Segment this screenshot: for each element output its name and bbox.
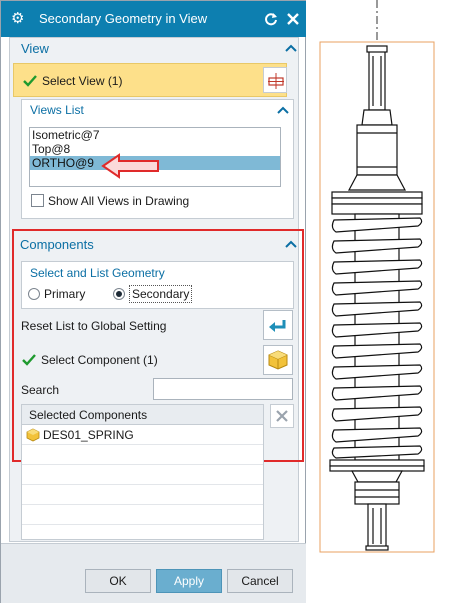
spring-geometry xyxy=(331,45,423,215)
ok-button[interactable]: OK xyxy=(85,569,151,593)
collapse-views-list-icon[interactable] xyxy=(277,105,289,115)
select-geometry-header: Select and List Geometry xyxy=(30,266,165,280)
check-icon xyxy=(23,75,37,87)
collapse-view-icon[interactable] xyxy=(285,43,297,53)
select-component-button[interactable] xyxy=(263,345,293,375)
table-row-empty xyxy=(22,485,263,505)
reset-list-button[interactable] xyxy=(263,310,293,340)
secondary-radio[interactable] xyxy=(113,288,125,300)
show-all-views-label: Show All Views in Drawing xyxy=(48,194,190,208)
close-icon[interactable] xyxy=(285,11,301,27)
collapse-components-icon[interactable] xyxy=(285,239,297,249)
pointer-arrow-annotation xyxy=(101,153,159,179)
delete-x-icon xyxy=(276,410,288,422)
reset-dialog-icon[interactable] xyxy=(263,11,279,27)
gear-icon: ⚙ xyxy=(11,10,25,27)
table-row[interactable]: DES01_SPRING xyxy=(22,425,263,445)
secondary-geometry-dialog: ⚙ Secondary Geometry in View View Select… xyxy=(0,0,306,603)
undo-arrow-icon xyxy=(269,320,286,332)
view-select-icon xyxy=(268,73,284,89)
primary-radio-label: Primary xyxy=(44,287,86,301)
table-row-empty xyxy=(22,445,263,465)
select-view-button[interactable] xyxy=(263,67,287,93)
primary-radio[interactable] xyxy=(28,288,40,300)
table-header: Selected Components xyxy=(22,405,263,425)
check-icon xyxy=(22,354,36,366)
list-item[interactable]: Isometric@7 xyxy=(30,128,280,142)
component-name: DES01_SPRING xyxy=(43,428,134,442)
spring-drawing-view[interactable] xyxy=(318,0,449,603)
show-all-views-checkbox[interactable] xyxy=(31,194,44,207)
remove-component-button[interactable] xyxy=(270,404,294,428)
dialog-button-bar: OK Apply Cancel xyxy=(1,543,306,603)
spring-coils xyxy=(331,213,423,461)
apply-button[interactable]: Apply xyxy=(156,569,222,593)
search-label: Search xyxy=(21,383,60,397)
dialog-title: Secondary Geometry in View xyxy=(39,11,208,26)
selected-components-table: Selected Components DES01_SPRING xyxy=(21,404,264,540)
component-cube-icon xyxy=(26,428,40,442)
components-section-header[interactable]: Components xyxy=(20,237,94,257)
select-component-label: Select Component (1) xyxy=(41,353,158,367)
table-row-empty xyxy=(22,505,263,525)
view-section-header[interactable]: View xyxy=(21,41,49,61)
select-view-label: Select View (1) xyxy=(42,74,123,88)
dialog-titlebar[interactable]: ⚙ Secondary Geometry in View xyxy=(1,1,306,37)
search-input[interactable] xyxy=(153,378,293,400)
component-cube-icon xyxy=(268,350,288,370)
spring-bottom xyxy=(329,459,425,551)
cancel-button[interactable]: Cancel xyxy=(227,569,293,593)
secondary-radio-label: Secondary xyxy=(129,285,193,303)
reset-list-label: Reset List to Global Setting xyxy=(21,319,167,333)
views-list-header: Views List xyxy=(30,103,84,117)
select-view-row[interactable]: Select View (1) xyxy=(13,63,287,97)
table-row-empty xyxy=(22,465,263,485)
